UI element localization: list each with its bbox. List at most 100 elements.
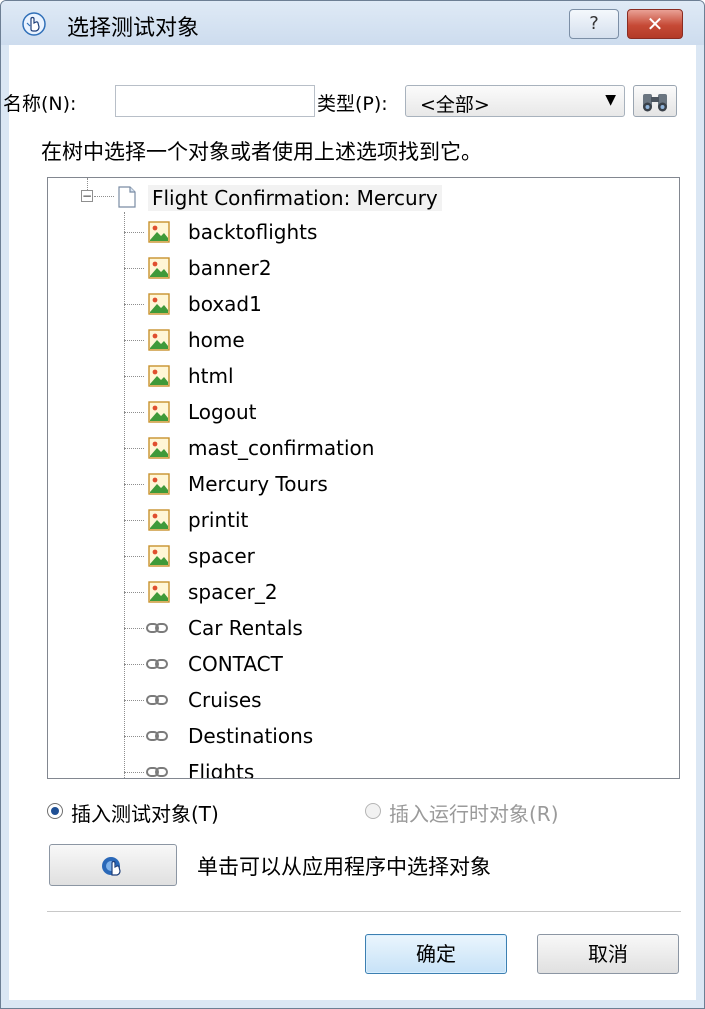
tree-item[interactable]: Destinations <box>48 718 679 754</box>
tree-item-label: boxad1 <box>188 292 262 316</box>
image-icon <box>148 509 170 531</box>
tree-item[interactable]: banner2 <box>48 250 679 286</box>
close-icon: ✕ <box>646 12 664 36</box>
link-icon <box>146 653 168 675</box>
image-icon <box>148 365 170 387</box>
cancel-button[interactable]: 取消 <box>537 934 679 974</box>
tree-item-label: CONTACT <box>188 652 283 676</box>
tree-root-label: Flight Confirmation: Mercury <box>148 185 442 211</box>
tree-item-label: banner2 <box>188 256 272 280</box>
tree-item-label: Car Rentals <box>188 616 303 640</box>
tree-item-label: Logout <box>188 400 257 424</box>
tree-item-label: printit <box>188 508 249 532</box>
ok-button[interactable]: 确定 <box>365 934 507 974</box>
select-test-object-dialog: 选择测试对象 ? ✕ 名称(N): 类型(P): <全部> ▼ 在树中选择一个对… <box>0 0 705 1009</box>
tree-connector <box>124 268 144 269</box>
tree-item[interactable]: printit <box>48 502 679 538</box>
tree-connector <box>124 520 144 521</box>
tree-item-label: Mercury Tours <box>188 472 328 496</box>
image-icon <box>148 545 170 567</box>
tree-connector <box>124 628 144 629</box>
tree-connector <box>124 592 144 593</box>
tree-connector <box>124 412 144 413</box>
tree-item-label: mast_confirmation <box>188 436 375 460</box>
tree-item-label: backtoflights <box>188 220 318 244</box>
tree-item-label: Cruises <box>188 688 262 712</box>
tree-connector <box>124 376 144 377</box>
dialog-body: 名称(N): 类型(P): <全部> ▼ 在树中选择一个对象或者使用上述选项找到… <box>3 45 696 1000</box>
collapse-icon[interactable]: − <box>81 190 93 202</box>
tree-item[interactable]: Cruises <box>48 682 679 718</box>
tree-item[interactable]: spacer_2 <box>48 574 679 610</box>
image-icon <box>148 437 170 459</box>
window-title: 选择测试对象 <box>67 16 200 41</box>
cancel-button-label: 取消 <box>588 942 628 966</box>
tree-item[interactable]: home <box>48 322 679 358</box>
pick-object-button[interactable] <box>49 844 177 886</box>
link-icon <box>146 725 168 747</box>
insert-mode-options: 插入测试对象(T) 插入运行时对象(R) <box>9 799 696 829</box>
insert-test-object-label[interactable]: 插入测试对象(T) <box>71 798 219 827</box>
link-icon <box>146 761 168 778</box>
instruction-text: 在树中选择一个对象或者使用上述选项找到它。 <box>41 140 482 164</box>
close-button[interactable]: ✕ <box>627 9 683 39</box>
tree-item[interactable]: html <box>48 358 679 394</box>
image-icon <box>148 221 170 243</box>
tree-connector <box>94 196 114 197</box>
type-dropdown-value: <全部> <box>420 94 490 116</box>
image-icon <box>148 581 170 603</box>
tree-item[interactable]: mast_confirmation <box>48 430 679 466</box>
tree-item[interactable]: Logout <box>48 394 679 430</box>
link-icon <box>146 689 168 711</box>
tree-connector <box>124 556 144 557</box>
hand-pointer-icon <box>102 857 121 876</box>
ok-button-label: 确定 <box>416 942 456 966</box>
tree-root-node[interactable]: − Flight Confirmation: Mercury <box>48 178 679 214</box>
tree-connector <box>124 736 144 737</box>
tree-connector <box>124 664 144 665</box>
help-button[interactable]: ? <box>569 9 619 39</box>
insert-test-object-radio[interactable] <box>47 803 63 819</box>
tree-connector <box>124 232 144 233</box>
tree-connector <box>124 484 144 485</box>
tree-item-label: spacer <box>188 544 255 568</box>
type-dropdown[interactable]: <全部> ▼ <box>405 85 625 117</box>
dropdown-arrow-icon[interactable]: ▼ <box>605 92 616 108</box>
tree-item[interactable]: CONTACT <box>48 646 679 682</box>
name-label: 名称(N): <box>3 93 77 115</box>
image-icon <box>148 473 170 495</box>
image-icon <box>148 329 170 351</box>
tree-connector <box>124 700 144 701</box>
find-button[interactable] <box>633 85 677 117</box>
image-icon <box>148 293 170 315</box>
link-icon <box>146 617 168 639</box>
pick-object-hint: 单击可以从应用程序中选择对象 <box>197 855 491 879</box>
help-icon: ? <box>589 13 599 34</box>
image-icon <box>148 401 170 423</box>
object-tree[interactable]: − Flight Confirmation: Mercury backtofli… <box>47 177 680 779</box>
tree-item-label: Destinations <box>188 724 314 748</box>
insert-runtime-object-radio <box>365 803 381 819</box>
tree-item-label: spacer_2 <box>188 580 278 604</box>
tree-item-label: html <box>188 364 234 388</box>
tree-item-label: home <box>188 328 245 352</box>
page-icon <box>118 186 136 208</box>
tree-item[interactable]: backtoflights <box>48 214 679 250</box>
tree-item[interactable]: Flights <box>48 754 679 779</box>
tree-connector <box>124 448 144 449</box>
name-input[interactable] <box>115 85 315 117</box>
type-label: 类型(P): <box>317 93 388 115</box>
tree-item[interactable]: spacer <box>48 538 679 574</box>
hand-pointer-icon <box>22 12 46 36</box>
tree-item-label: Flights <box>188 760 255 779</box>
tree-connector <box>124 772 144 773</box>
tree-connector <box>124 340 144 341</box>
divider <box>47 911 681 912</box>
insert-runtime-object-label: 插入运行时对象(R) <box>389 802 559 826</box>
tree-item[interactable]: boxad1 <box>48 286 679 322</box>
image-icon <box>148 257 170 279</box>
title-bar[interactable]: 选择测试对象 ? ✕ <box>1 1 704 45</box>
tree-connector <box>124 304 144 305</box>
tree-item[interactable]: Car Rentals <box>48 610 679 646</box>
tree-item[interactable]: Mercury Tours <box>48 466 679 502</box>
